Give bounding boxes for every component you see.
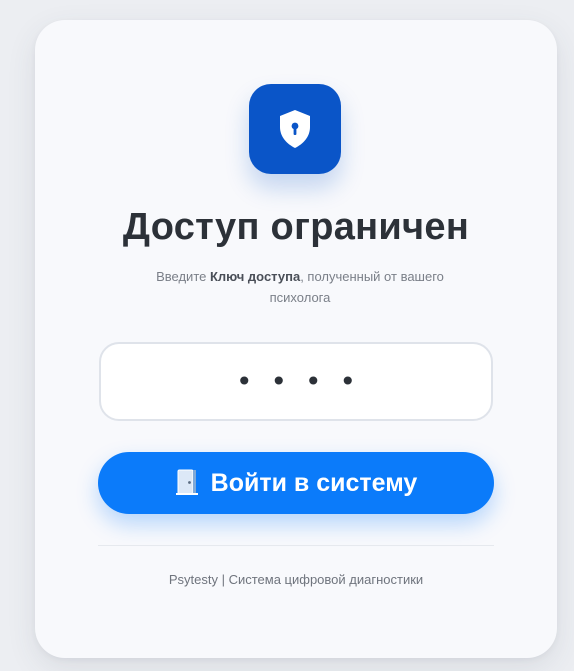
login-card: Доступ ограничен Введите Ключ доступа, п… [35, 20, 557, 658]
instruction-emphasis: Ключ доступа [209, 269, 301, 284]
instruction-text: Введите Ключ доступа, полученный от ваше… [135, 266, 465, 308]
shield-icon [249, 84, 341, 174]
login-button-label: Войти в систему [210, 468, 418, 497]
footer-text: Psytesty | Система цифровой диагностики [168, 572, 424, 587]
door-icon [175, 468, 199, 499]
divider [98, 545, 494, 546]
access-key-input[interactable] [101, 344, 491, 419]
page-title: Доступ ограничен [122, 206, 470, 248]
login-button[interactable]: Войти в систему [98, 452, 494, 514]
access-key-field-wrapper [99, 342, 493, 421]
instruction-prefix: Введите [156, 269, 210, 284]
